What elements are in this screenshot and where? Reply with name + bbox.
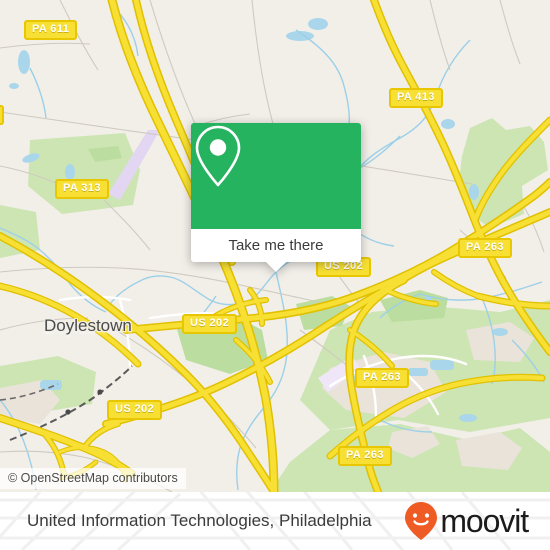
page-title: United Information Technologies, Philade… [27, 511, 372, 530]
location-popup[interactable]: Take me there [191, 123, 361, 272]
map-screenshot: Doylestown PA 611 PA 313 PA 413 PA 263 U… [0, 0, 550, 550]
osm-attribution[interactable]: © OpenStreetMap contributors [0, 468, 186, 489]
road-shield-pa-263-mid[interactable]: PA 263 [355, 368, 409, 388]
road-shield-pa-263-s[interactable]: PA 263 [338, 446, 392, 466]
road-shield-us-202-west[interactable]: US 202 [182, 314, 238, 334]
location-pin-icon [195, 125, 241, 187]
road-shield-pa-413[interactable]: PA 413 [389, 88, 443, 108]
take-me-there-label: Take me there [228, 237, 324, 254]
road-shield-clipped-left[interactable] [0, 105, 5, 125]
map-canvas[interactable]: Doylestown PA 611 PA 313 PA 413 PA 263 U… [0, 0, 550, 492]
footer-bar: United Information Technologies, Philade… [0, 492, 550, 550]
road-shield-pa-313[interactable]: PA 313 [55, 179, 109, 199]
take-me-there-button[interactable]: Take me there [191, 229, 361, 262]
moovit-logo[interactable]: moovit [404, 492, 529, 550]
place-label-doylestown: Doylestown [44, 316, 132, 335]
moovit-wordmark: moovit [440, 503, 529, 539]
popup-image-panel [191, 123, 361, 229]
road-shield-pa-611[interactable]: PA 611 [24, 20, 78, 40]
popup-tail [265, 261, 287, 272]
road-shield-pa-263-ne[interactable]: PA 263 [458, 238, 512, 258]
road-shield-us-202-sw[interactable]: US 202 [107, 400, 163, 420]
moovit-smile-pin-icon [405, 502, 438, 540]
